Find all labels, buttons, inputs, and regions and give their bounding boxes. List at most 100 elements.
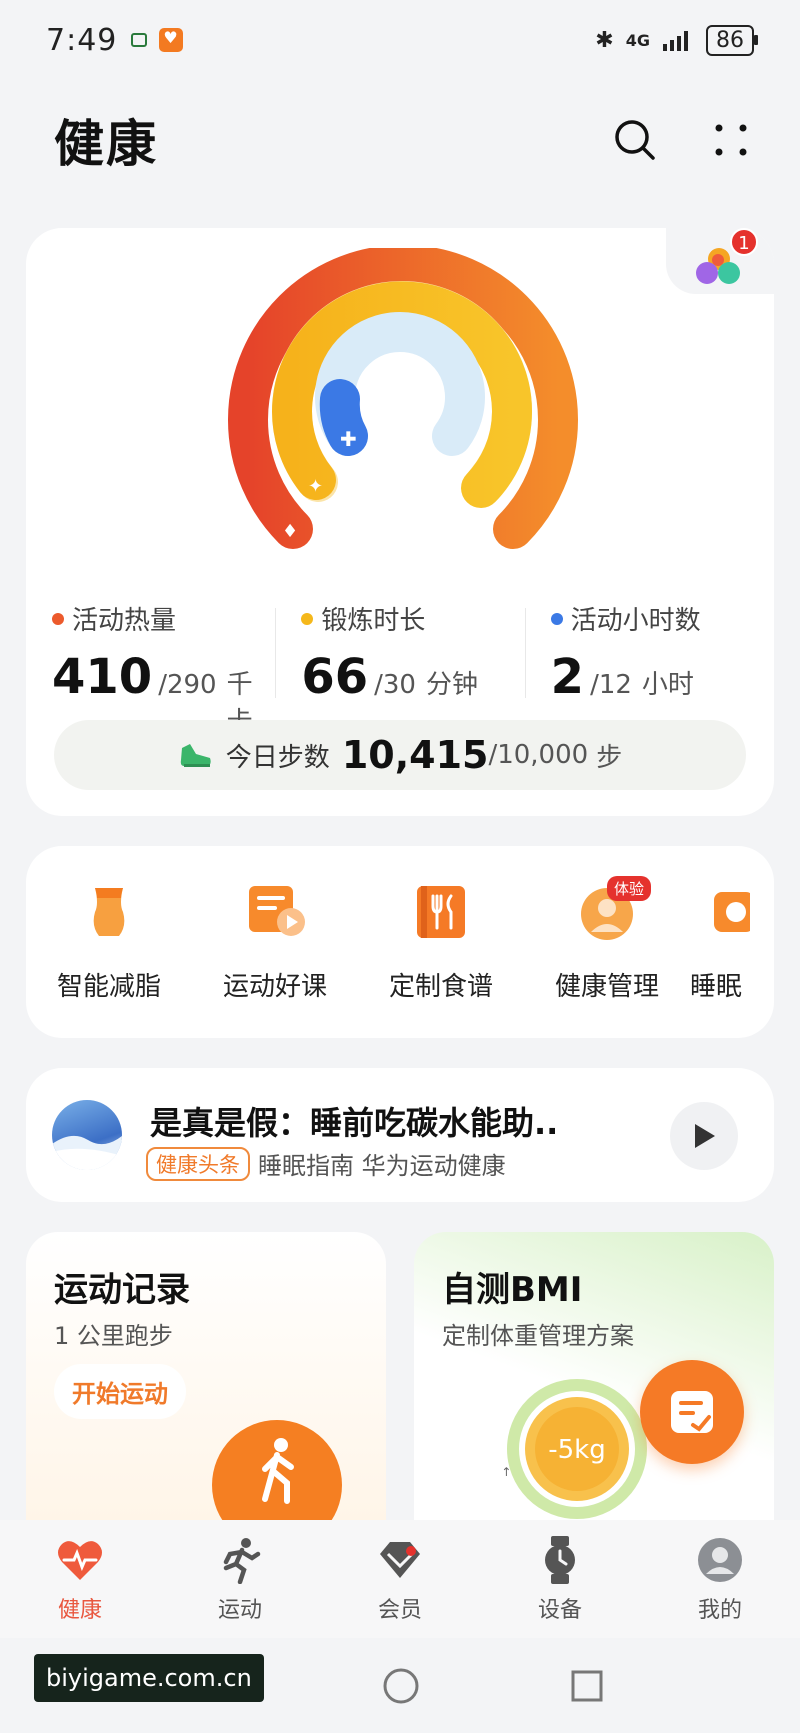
battery-indicator: 86: [706, 24, 758, 56]
service-sleep[interactable]: 睡眠: [690, 882, 760, 1003]
gauge-label: -5kg: [548, 1435, 605, 1465]
status-time: 7:49: [46, 22, 118, 58]
article-source: 睡眠指南 华为运动健康: [258, 1152, 506, 1180]
weight-gauge: -5kg %↑: [502, 1379, 647, 1519]
runner-icon: [180, 1534, 300, 1586]
waist-icon: [79, 882, 139, 942]
metric-value: 66: [301, 649, 369, 705]
diamond-icon: [340, 1534, 460, 1586]
video-course-icon: [245, 882, 305, 942]
runner-mini-icon: ✦: [308, 476, 323, 497]
profile-icon: [660, 1534, 780, 1586]
article-tag: 健康头条: [146, 1146, 250, 1181]
activity-rings-card[interactable]: 1 ♦ ✦ ✚ 活动热量 410 /290 千 锻炼时长 66 /30 分钟 活…: [26, 228, 774, 816]
signal-icon: [663, 31, 688, 51]
article-thumbnail: [52, 1100, 122, 1170]
nav-item-profile[interactable]: 我的: [660, 1534, 780, 1624]
service-label: 睡眠: [690, 972, 743, 1002]
metric-goal: /290: [158, 670, 217, 700]
metric-goal: /30: [374, 670, 416, 700]
steps-unit: 步: [596, 742, 623, 773]
service-label: 运动好课: [222, 972, 327, 1002]
record-title: 运动记录: [54, 1270, 190, 1310]
service-health-management[interactable]: 体验 健康管理: [524, 876, 690, 1003]
bmi-form-button[interactable]: [640, 1360, 744, 1464]
article-card[interactable]: 是真是假：睡前吃碳水能助.. 健康头条 睡眠指南 华为运动健康: [26, 1068, 774, 1202]
metric-stand-hours[interactable]: 活动小时数 2 /12 小时: [524, 600, 774, 738]
more-dots-icon: [715, 124, 747, 156]
bmi-subtitle: 定制体重管理方案: [442, 1322, 634, 1350]
bmi-title: 自测BMI: [442, 1270, 583, 1310]
metric-value: 2: [550, 649, 585, 705]
service-label: 定制食谱: [388, 972, 493, 1002]
nav-item-health[interactable]: 健康: [20, 1534, 140, 1624]
exercise-record-card[interactable]: 运动记录 1 公里跑步 开始运动: [26, 1232, 386, 1522]
home-notification-icon: [131, 33, 148, 47]
search-icon: [615, 120, 655, 160]
heart-pulse-icon: [20, 1534, 140, 1586]
nav-item-membership[interactable]: 会员: [340, 1534, 460, 1624]
trial-badge: 体验: [607, 876, 652, 901]
bluetooth-icon: ✱: [595, 27, 614, 53]
article-meta: 健康头条 睡眠指南 华为运动健康: [146, 1146, 506, 1181]
page-header: 健康: [54, 100, 754, 180]
metric-unit: 分钟: [425, 670, 478, 700]
record-subtitle: 1 公里跑步: [54, 1322, 173, 1350]
network-type: 4G: [625, 30, 650, 50]
home-icon[interactable]: [382, 1667, 420, 1705]
more-button[interactable]: [708, 117, 754, 163]
steps-value: 10,415: [341, 733, 489, 777]
shoe-icon: [180, 744, 211, 767]
flame-icon: ♦: [282, 521, 298, 542]
calories-dot: [52, 612, 64, 625]
walking-figure-icon: [212, 1420, 342, 1522]
steps-bar[interactable]: 今日步数 10,415 /10,000 步: [54, 720, 746, 790]
search-button[interactable]: [612, 117, 658, 163]
activity-metrics: 活动热量 410 /290 千卡 锻炼时长 66 /30 分钟 活动小时数: [26, 600, 774, 738]
header-actions: [612, 117, 754, 163]
notification-badge: 1: [730, 228, 758, 256]
service-smart-fat-loss[interactable]: 智能减脂: [26, 882, 192, 1003]
play-button[interactable]: [670, 1102, 738, 1170]
membership-dot: [406, 1546, 416, 1556]
nav-item-devices[interactable]: 设备: [500, 1534, 620, 1624]
health-manager-icon: 体验: [577, 876, 652, 942]
sleep-icon: [710, 882, 754, 942]
metric-exercise[interactable]: 锻炼时长 66 /30 分钟: [275, 600, 524, 738]
bmi-card[interactable]: 自测BMI 定制体重管理方案 -5kg %↑: [414, 1232, 774, 1522]
activity-rings: ♦ ✦ ✚: [228, 248, 578, 549]
start-exercise-button[interactable]: 开始运动: [54, 1364, 186, 1419]
form-check-icon: [671, 1391, 713, 1433]
service-label: 智能减脂: [56, 972, 161, 1002]
achievements-corner[interactable]: 1: [666, 228, 774, 294]
recents-icon[interactable]: [570, 1669, 604, 1703]
play-icon: [695, 1124, 715, 1148]
stand-dot: [550, 612, 563, 625]
nav-label: 会员: [377, 1598, 422, 1623]
services-list: 智能减脂 运动好课 定制食谱 体验 健康管理 睡眠: [26, 846, 774, 1003]
service-label: 健康管理: [554, 972, 659, 1002]
metric-calories[interactable]: 活动热量 410 /290 千卡: [26, 600, 275, 738]
metric-label: 活动小时数: [570, 606, 701, 636]
steps-label: 今日步数: [225, 742, 330, 773]
services-card: 智能减脂 运动好课 定制食谱 体验 健康管理 睡眠: [26, 846, 774, 1038]
nav-label: 我的: [697, 1598, 742, 1623]
exercise-dot: [301, 612, 314, 625]
service-courses[interactable]: 运动好课: [192, 882, 358, 1003]
steps-goal: /10,000: [488, 740, 589, 770]
status-bar: 7:49 ✱ 4G 86: [0, 0, 800, 80]
metric-value: 410: [52, 649, 153, 705]
watermark: biyigame.com.cn: [34, 1654, 264, 1702]
article-title: 是真是假：睡前吃碳水能助..: [150, 1104, 559, 1142]
service-recipes[interactable]: 定制食谱: [358, 882, 524, 1003]
metric-goal: /12: [590, 670, 632, 700]
metric-label: 锻炼时长: [321, 606, 426, 636]
watch-icon: [500, 1534, 620, 1586]
nav-item-exercise[interactable]: 运动: [180, 1534, 300, 1624]
gauge-hint: %↑: [502, 1465, 511, 1479]
metric-label: 活动热量: [72, 606, 177, 636]
health-app-notification-icon: [159, 28, 184, 52]
stand-figure-icon: ✚: [340, 427, 357, 451]
status-right: ✱ 4G 86: [595, 24, 758, 56]
recipe-icon: [411, 882, 471, 942]
